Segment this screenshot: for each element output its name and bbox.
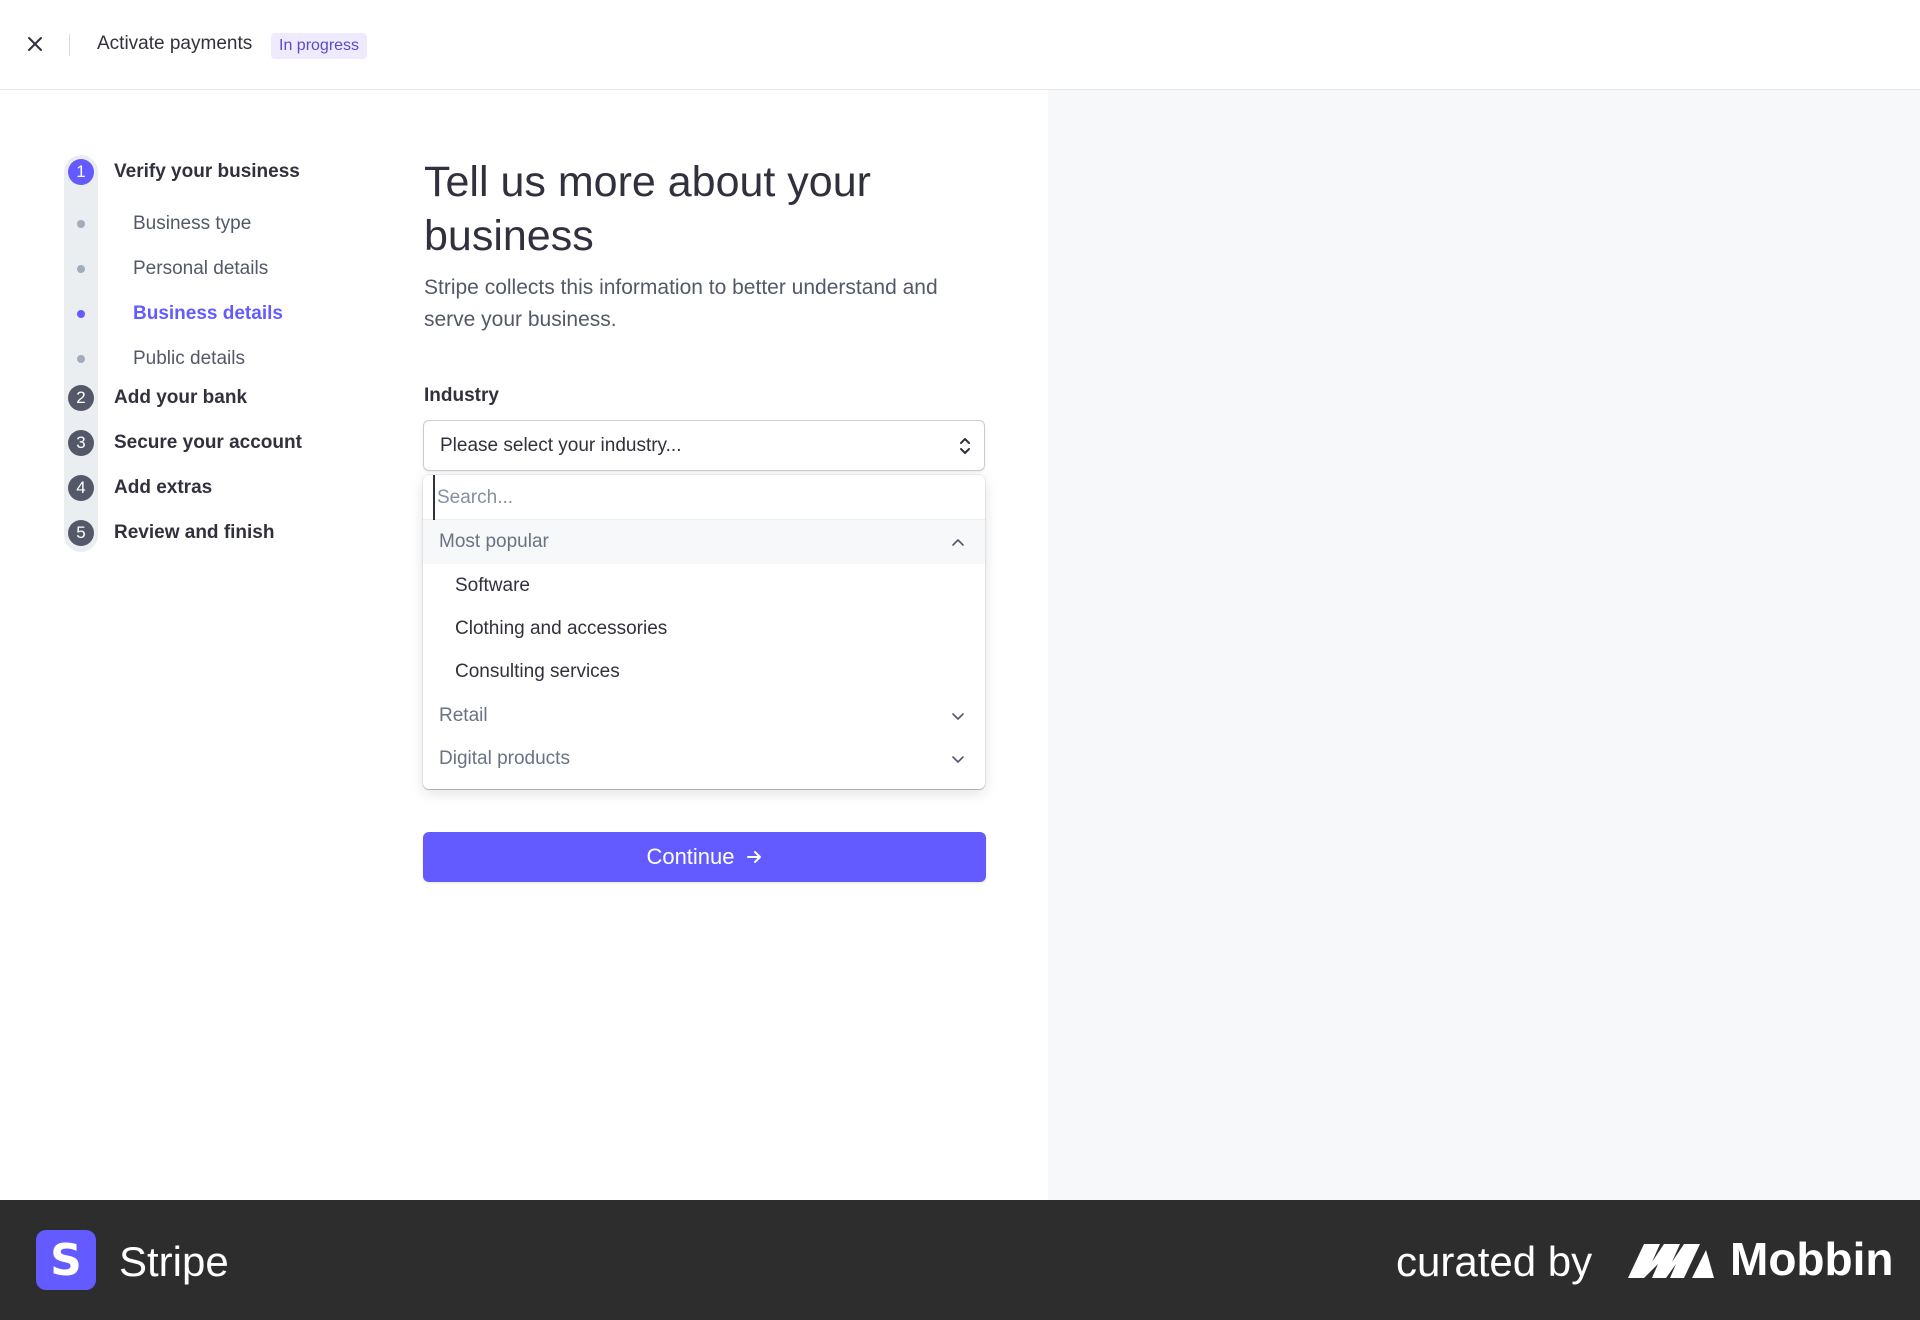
group-retail[interactable]: Retail <box>423 694 985 738</box>
substep-dot <box>77 355 85 363</box>
substep-business-type[interactable]: Business type <box>77 213 251 235</box>
industry-select[interactable]: Please select your industry... <box>423 420 985 471</box>
step-add-bank[interactable]: 2 Add your bank <box>68 385 247 411</box>
stripe-logo: S <box>36 1230 96 1290</box>
close-icon[interactable] <box>22 31 48 57</box>
step-label: Add your bank <box>114 387 248 408</box>
step-label: Add extras <box>114 477 213 498</box>
group-most-popular[interactable]: Most popular <box>423 520 985 564</box>
substep-label: Business details <box>133 303 283 324</box>
option-consulting[interactable]: Consulting services <box>423 650 985 693</box>
form-description: Stripe collects this information to bett… <box>424 276 938 331</box>
step-number: 4 <box>68 475 94 501</box>
step-number: 5 <box>68 520 94 546</box>
step-label: Review and finish <box>114 522 275 543</box>
mobbin-name: Mobbin <box>1730 1233 1894 1285</box>
header-divider <box>69 34 70 56</box>
chevron-down-icon <box>952 756 964 763</box>
footer-bar: S Stripe curated by Mobbin <box>0 1200 1920 1320</box>
group-label: Retail <box>439 705 488 726</box>
substep-business-details[interactable]: Business details <box>77 303 283 325</box>
step-label: Verify your business <box>114 161 300 182</box>
group-label: Most popular <box>439 531 549 552</box>
dropdown-search <box>423 475 985 520</box>
step-review-finish[interactable]: 5 Review and finish <box>68 520 274 546</box>
step-number: 1 <box>68 159 94 185</box>
substep-label: Personal details <box>133 258 269 279</box>
option-software[interactable]: Software <box>423 564 985 607</box>
industry-search-input[interactable] <box>433 475 985 520</box>
substep-dot <box>77 265 85 273</box>
group-label: Digital products <box>439 748 570 769</box>
form-heading: Tell us more about your business <box>424 158 871 260</box>
option-clothing[interactable]: Clothing and accessories <box>423 607 985 650</box>
chevron-down-icon <box>952 713 964 720</box>
step-verify-business[interactable]: 1 Verify your business <box>68 159 300 185</box>
step-label: Secure your account <box>114 432 302 453</box>
substep-label: Business type <box>133 213 252 234</box>
chevron-up-icon <box>952 539 964 546</box>
substep-public-details[interactable]: Public details <box>77 348 245 370</box>
status-badge: In progress <box>271 33 368 59</box>
substep-dot <box>77 310 85 318</box>
continue-label: Continue <box>646 844 735 869</box>
substep-personal-details[interactable]: Personal details <box>77 258 268 280</box>
top-bar: Activate payments In progress <box>0 0 1920 90</box>
substep-dot <box>77 220 85 228</box>
curated-by-text: curated by <box>1396 1238 1593 1285</box>
step-number: 2 <box>68 385 94 411</box>
step-number: 3 <box>68 430 94 456</box>
arrow-right-icon <box>746 851 761 863</box>
preview-panel <box>1048 90 1920 1200</box>
page-title: Activate payments <box>97 33 253 54</box>
continue-button[interactable]: Continue <box>423 832 986 882</box>
step-secure-account[interactable]: 3 Secure your account <box>68 430 302 456</box>
industry-label: Industry <box>424 385 499 406</box>
substep-label: Public details <box>133 348 245 369</box>
mobbin-logo-icon <box>1628 1244 1714 1278</box>
step-add-extras[interactable]: 4 Add extras <box>68 475 212 501</box>
brand-name: Stripe <box>119 1238 229 1285</box>
group-digital-products[interactable]: Digital products <box>423 737 985 781</box>
industry-dropdown: Most popular Software Clothing and acces… <box>423 475 985 789</box>
select-arrows-icon <box>960 438 970 454</box>
stripe-logo-letter: S <box>50 1234 82 1286</box>
industry-select-value: Please select your industry... <box>440 434 682 456</box>
